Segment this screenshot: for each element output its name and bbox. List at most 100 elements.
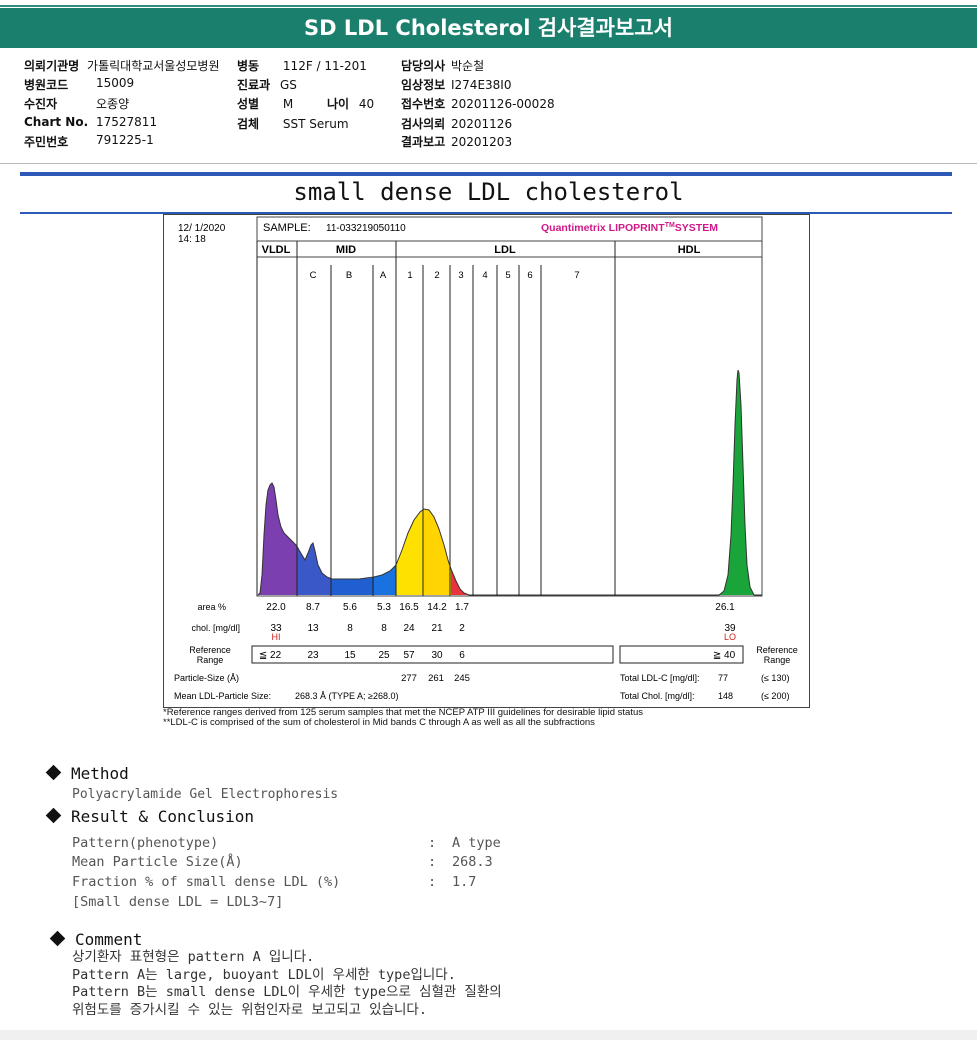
diamond-bullet-icon	[49, 930, 66, 947]
lp-particle-1: 277	[401, 673, 417, 684]
diamond-bullet-icon	[45, 764, 62, 781]
dept-value: GS	[279, 78, 297, 92]
lp-chol-c: 13	[307, 623, 319, 634]
lp-band-2: 2	[434, 270, 439, 281]
lp-brand-suffix: SYSTEM	[675, 222, 718, 234]
lp-chol-b: 8	[347, 623, 353, 634]
lp-band-4: 4	[482, 270, 487, 281]
report-title: SD LDL Cholesterol 검사결과보고서	[0, 8, 977, 48]
method-heading-text: Method	[71, 764, 129, 783]
sex-label: 성별	[237, 97, 260, 111]
lp-ref-hdl: ≧ 40	[713, 650, 736, 661]
lp-fill-ldl1	[396, 509, 424, 595]
clinical-label: 임상정보	[401, 78, 446, 92]
top-rule	[0, 5, 977, 7]
lp-band-1: 1	[407, 270, 412, 281]
lp-total-ldl-ref: (≤ 130)	[761, 673, 789, 683]
lipoprint-report: 12/ 1/2020 14: 18 SAMPLE: 11-03321905011…	[163, 214, 810, 708]
lp-fill-mid-a	[374, 565, 396, 595]
lp-total-chol-label: Total Chol. [mg/dl]:	[620, 691, 695, 701]
comment-line: 상기환자 표현형은 pattern A 입니다.	[72, 949, 315, 965]
lp-particle-3: 245	[454, 673, 470, 684]
lp-footnotes: *Reference ranges derived from 125 serum…	[163, 708, 643, 728]
lp-particle-2: 261	[428, 673, 444, 684]
ward-row: 병동 112F / 11-201	[237, 57, 367, 74]
lp-area-3: 1.7	[455, 602, 469, 613]
request-label: 검사의뢰	[401, 117, 446, 131]
comment-line: Pattern A는 large, buoyant LDL이 우세한 type입…	[72, 966, 456, 983]
lp-footnote-2: **LDL-C is comprised of the sum of chole…	[163, 717, 595, 728]
lp-total-chol-ref: (≤ 200)	[761, 691, 789, 701]
result-note: [Small dense LDL = LDL3~7]	[72, 894, 284, 910]
lp-brand-tm: TM	[665, 222, 675, 229]
lp-plot-box	[256, 240, 763, 597]
lp-fill-ldl3	[451, 569, 469, 595]
lp-mean-size: 268.3 Å (TYPE A; ≥268.0)	[295, 691, 399, 701]
chart-row: Chart No. 17527811	[24, 115, 157, 129]
dept-row: 진료과 GS	[237, 76, 297, 93]
lp-brand-name: Quantimetrix LIPOPRINT	[541, 222, 665, 234]
hospital-code-value: 15009	[96, 76, 135, 90]
lp-group-mid: MID	[336, 244, 356, 256]
patient-value: 오종양	[96, 97, 130, 111]
lp-ref-b: 15	[344, 650, 356, 661]
lp-band-c: C	[310, 270, 317, 281]
report-date-value: 20201203	[451, 135, 513, 149]
hospital-code-label: 병원코드	[24, 78, 69, 92]
hospital-code-row: 병원코드 15009	[24, 76, 134, 93]
request-row: 검사의뢰 20201126	[401, 115, 512, 132]
lp-chol-a: 8	[381, 623, 387, 634]
lp-area-b: 5.6	[343, 602, 357, 613]
id-label: 주민번호	[24, 135, 69, 149]
institution-value: 가톨릭대학교서울성모병원	[87, 59, 220, 73]
lp-group-vldl: VLDL	[262, 244, 291, 256]
lp-ref-label-right-2: Range	[764, 655, 791, 665]
lp-area-a: 5.3	[377, 602, 391, 613]
clinical-value: I274E38I0	[451, 78, 512, 92]
id-value: 791225-1	[96, 133, 154, 147]
institution-row: 의뢰기관명 가톨릭대학교서울성모병원	[24, 57, 220, 74]
result-row-label: Pattern(phenotype)	[72, 835, 219, 851]
lp-band-a: A	[380, 270, 387, 281]
request-value: 20201126	[451, 117, 513, 131]
lp-time: 14: 18	[178, 234, 206, 245]
dept-label: 진료과	[237, 78, 271, 92]
chart-value: 17527811	[96, 115, 158, 129]
ward-label: 병동	[237, 59, 260, 73]
lp-ref-2: 30	[431, 650, 443, 661]
lp-date: 12/ 1/2020	[178, 223, 226, 234]
lipoprint-figure: 12/ 1/2020 14: 18 SAMPLE: 11-03321905011…	[174, 216, 798, 701]
lp-total-ldl-label: Total LDL-C [mg/dl]:	[620, 673, 700, 683]
receipt-label: 접수번호	[401, 97, 446, 111]
sex-value: M	[282, 97, 294, 111]
specimen-value: SST Serum	[282, 117, 349, 131]
lp-ref-3: 6	[459, 650, 465, 661]
lp-band-6: 6	[527, 270, 532, 281]
age-label: 나이	[327, 97, 350, 111]
doctor-label: 담당의사	[401, 59, 446, 73]
lp-flag-lo: LO	[724, 632, 736, 642]
lp-particle-label: Particle-Size (Å)	[174, 673, 239, 683]
lp-area-c: 8.7	[306, 602, 320, 613]
lp-total-ldl: 77	[718, 673, 728, 683]
result-heading: Result & Conclusion	[45, 807, 254, 826]
lp-ref-c: 23	[307, 650, 319, 661]
patient-label: 수진자	[24, 97, 58, 111]
diamond-bullet-icon	[45, 807, 62, 824]
chart-label: Chart No.	[24, 115, 89, 129]
lp-ref-a: 25	[378, 650, 390, 661]
lp-trace-line	[257, 369, 762, 596]
section-title: small dense LDL cholesterol	[293, 178, 684, 206]
lp-mean-size-label: Mean LDL-Particle Size:	[174, 691, 271, 701]
lp-area-1: 16.5	[399, 602, 419, 613]
lp-area-hdl: 26.1	[715, 602, 735, 613]
footer-bar	[0, 1030, 977, 1040]
lp-fill-hdl	[719, 370, 754, 595]
lp-band-7: 7	[574, 270, 579, 281]
lp-chol-label: chol. [mg/dl]	[191, 623, 240, 633]
comment-heading: Comment	[49, 930, 142, 949]
result-row-sep: :	[428, 874, 437, 890]
lp-chol-1: 24	[403, 623, 415, 634]
lp-fill-mid-b	[332, 577, 374, 595]
result-row-value: 1.7	[452, 874, 477, 890]
